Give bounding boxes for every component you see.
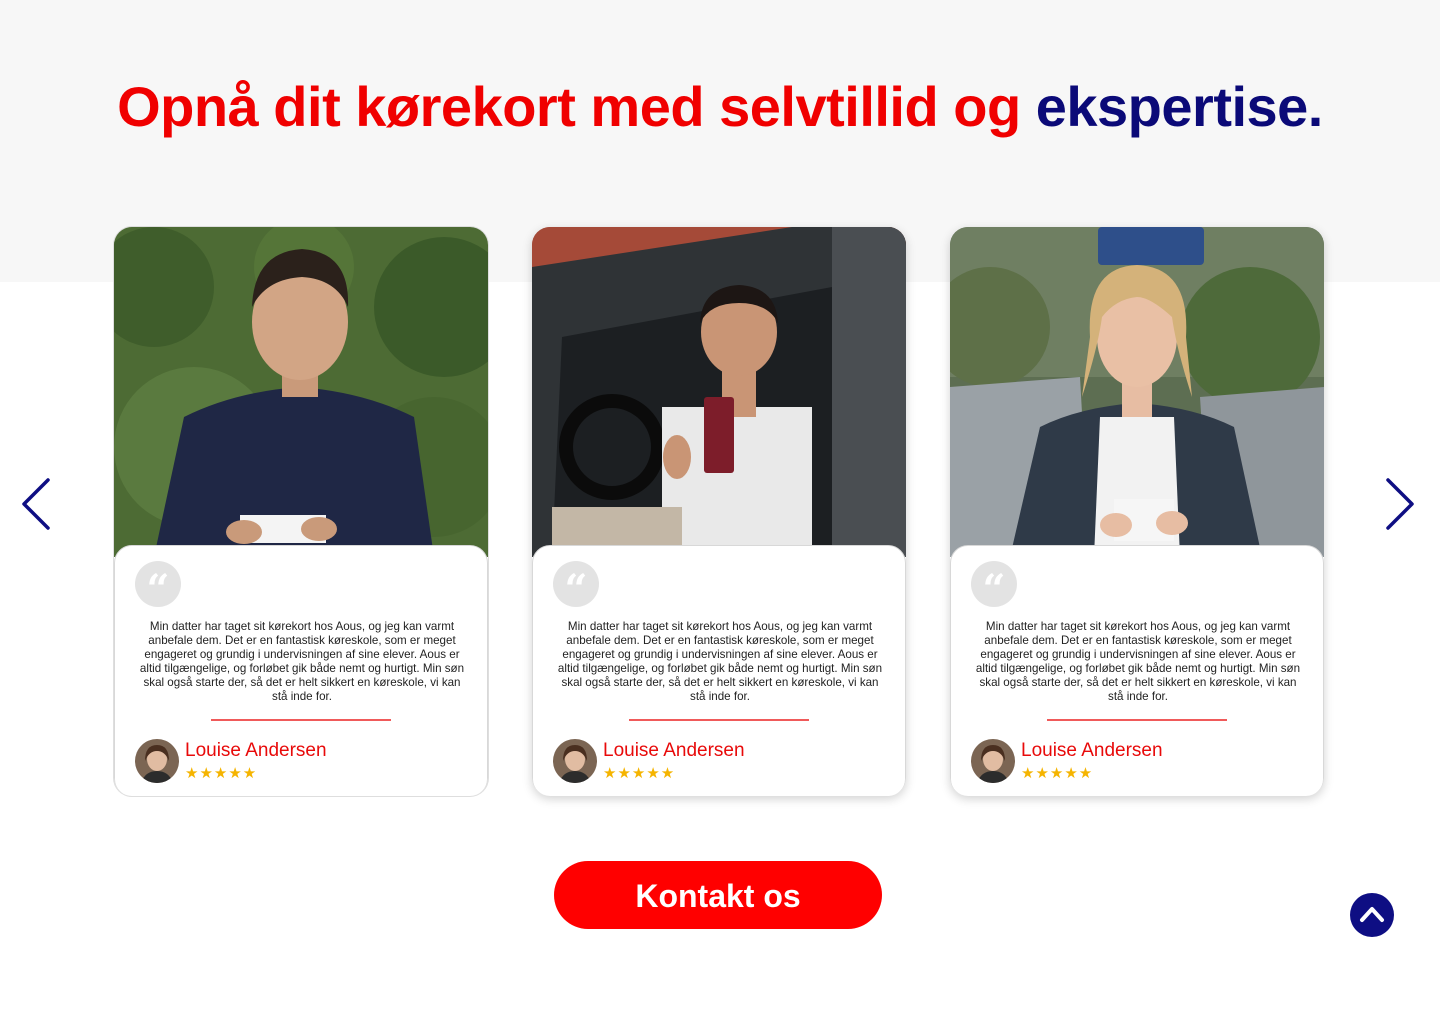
carousel-next-button[interactable] — [1380, 472, 1420, 536]
avatar — [135, 739, 179, 783]
rating-stars: ★★★★★ — [1021, 764, 1094, 782]
testimonial-card: “ Min datter har taget sit kørekort hos … — [114, 227, 488, 796]
review-text: Min datter har taget sit kørekort hos Ao… — [975, 620, 1301, 703]
rating-stars: ★★★★★ — [603, 764, 676, 782]
review-box: “ Min datter har taget sit kørekort hos … — [532, 545, 906, 796]
quote-icon: “ — [553, 561, 599, 613]
title-blue-part: ekspertise. — [1035, 75, 1324, 138]
divider — [211, 719, 391, 721]
scroll-to-top-button[interactable] — [1350, 893, 1394, 937]
student-photo — [950, 227, 1324, 557]
review-text: Min datter har taget sit kørekort hos Ao… — [557, 620, 883, 703]
page-title: Opnå dit kørekort med selvtillid og eksp… — [0, 74, 1440, 139]
review-box: “ Min datter har taget sit kørekort hos … — [114, 545, 488, 796]
divider — [1047, 719, 1227, 721]
review-text: Min datter har taget sit kørekort hos Ao… — [139, 620, 465, 703]
student-photo — [532, 227, 906, 557]
quote-icon: “ — [971, 561, 1017, 613]
rating-stars: ★★★★★ — [185, 764, 258, 782]
author-name: Louise Andersen — [603, 740, 745, 761]
review-box: “ Min datter har taget sit kørekort hos … — [950, 545, 1324, 796]
student-photo — [114, 227, 488, 557]
author-name: Louise Andersen — [185, 740, 327, 761]
author-name: Louise Andersen — [1021, 740, 1163, 761]
quote-icon: “ — [135, 561, 181, 613]
chevron-up-icon — [1360, 907, 1384, 922]
title-red-part: Opnå dit kørekort med selvtillid og — [117, 75, 1021, 138]
avatar — [971, 739, 1015, 783]
contact-button[interactable]: Kontakt os — [554, 861, 882, 929]
testimonial-card: “ Min datter har taget sit kørekort hos … — [532, 227, 906, 796]
chevron-left-icon — [22, 478, 50, 530]
carousel-prev-button[interactable] — [16, 472, 56, 536]
avatar — [553, 739, 597, 783]
testimonial-card: “ Min datter har taget sit kørekort hos … — [950, 227, 1324, 796]
divider — [629, 719, 809, 721]
chevron-right-icon — [1386, 478, 1414, 530]
